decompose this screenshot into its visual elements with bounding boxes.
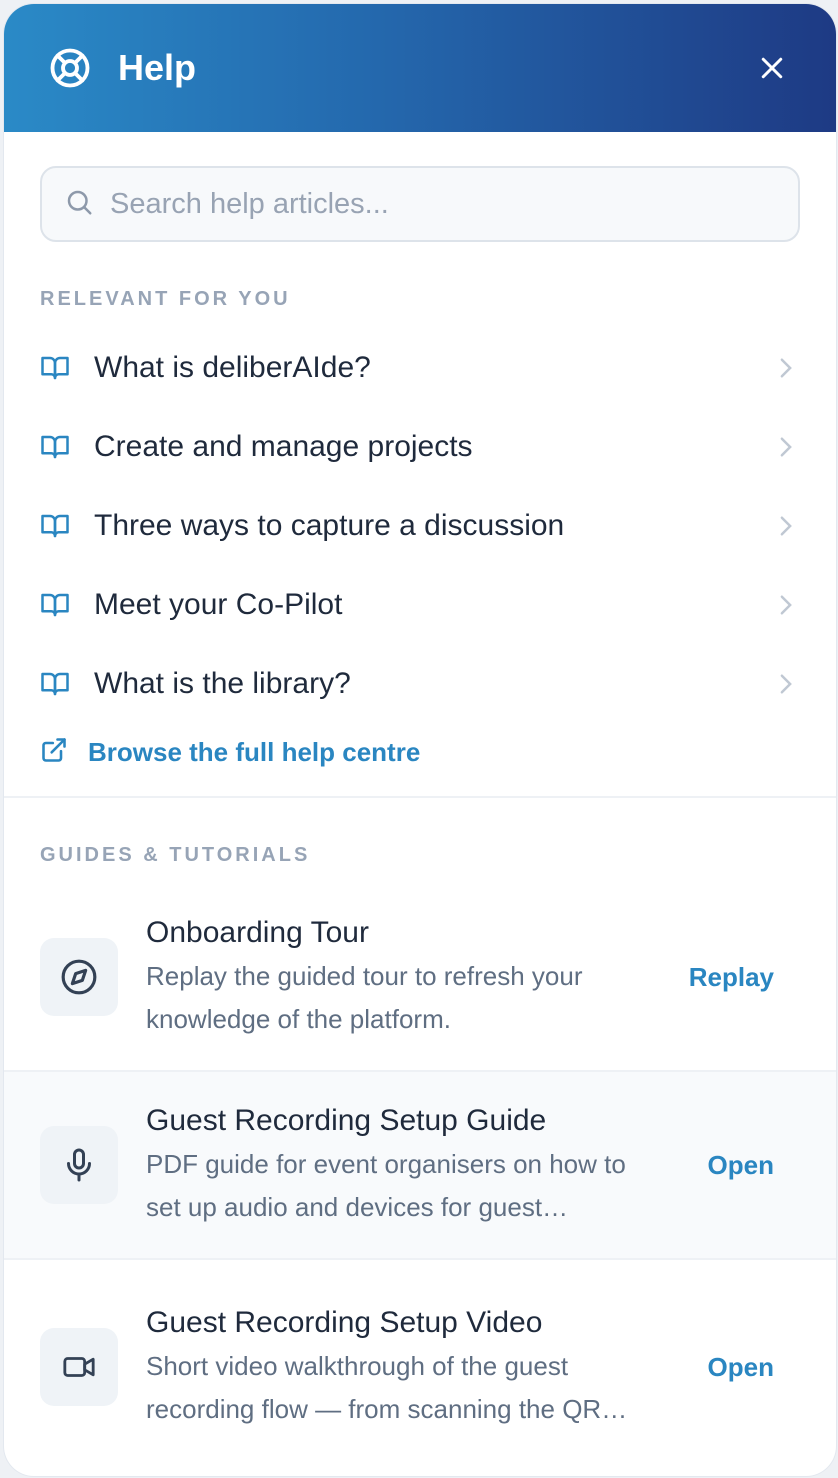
- close-button[interactable]: [752, 48, 792, 88]
- guide-item-setup-video: Guest Recording Setup Video Short video …: [4, 1260, 836, 1474]
- search-icon: [64, 187, 94, 222]
- article-item[interactable]: Meet your Co-Pilot: [4, 565, 836, 644]
- article-item[interactable]: What is the library?: [4, 644, 836, 723]
- video-camera-icon: [40, 1328, 118, 1406]
- guide-item-setup-guide: Guest Recording Setup Guide PDF guide fo…: [4, 1072, 836, 1260]
- open-video-button[interactable]: Open: [708, 1352, 774, 1383]
- section-divider: [4, 796, 836, 798]
- guides-list: Onboarding Tour Replay the guided tour t…: [4, 884, 836, 1474]
- book-icon: [40, 669, 70, 699]
- article-label: What is the library?: [94, 666, 351, 700]
- book-icon: [40, 511, 70, 541]
- browse-help-centre-link[interactable]: Browse the full help centre: [40, 732, 420, 772]
- lifebuoy-icon: [48, 46, 92, 90]
- relevant-article-list: What is deliberAIde? Create and manage p…: [4, 328, 836, 723]
- guide-text: Guest Recording Setup Video Short video …: [146, 1303, 688, 1431]
- article-item[interactable]: Three ways to capture a discussion: [4, 486, 836, 565]
- chevron-right-icon: [776, 435, 796, 459]
- article-label: Three ways to capture a discussion: [94, 508, 565, 542]
- open-guide-button[interactable]: Open: [708, 1150, 774, 1181]
- search-input[interactable]: [110, 168, 798, 240]
- search-box: [40, 166, 800, 242]
- article-item[interactable]: What is deliberAIde?: [4, 328, 836, 407]
- guide-item-onboarding-tour: Onboarding Tour Replay the guided tour t…: [4, 884, 836, 1072]
- section-label-relevant: RELEVANT FOR YOU: [40, 288, 291, 310]
- guide-title: Guest Recording Setup Video: [146, 1306, 543, 1339]
- guide-text: Guest Recording Setup Guide PDF guide fo…: [146, 1101, 688, 1229]
- guide-title: Onboarding Tour: [146, 916, 369, 949]
- article-label: What is deliberAIde?: [94, 350, 371, 384]
- book-icon: [40, 353, 70, 383]
- guide-description: PDF guide for event organisers on how to…: [146, 1149, 626, 1222]
- replay-button[interactable]: Replay: [689, 962, 774, 993]
- article-label: Meet your Co-Pilot: [94, 587, 343, 621]
- guide-title: Guest Recording Setup Guide: [146, 1104, 547, 1137]
- panel-title: Help: [118, 47, 197, 88]
- chevron-right-icon: [776, 514, 796, 538]
- book-icon: [40, 432, 70, 462]
- guide-description: Replay the guided tour to refresh your k…: [146, 961, 583, 1034]
- close-icon: [761, 57, 783, 79]
- book-icon: [40, 590, 70, 620]
- help-header: Help: [4, 4, 836, 132]
- section-label-guides: GUIDES & TUTORIALS: [40, 844, 311, 866]
- help-panel: Help RELEVANT FOR YOU What is deliberAId…: [4, 4, 836, 1476]
- compass-icon: [40, 938, 118, 1016]
- external-link-icon: [40, 736, 68, 769]
- guide-description: Short video walkthrough of the guest rec…: [146, 1351, 602, 1424]
- article-item[interactable]: Create and manage projects: [4, 407, 836, 486]
- chevron-right-icon: [776, 593, 796, 617]
- browse-label: Browse the full help centre: [88, 736, 421, 767]
- article-label: Create and manage projects: [94, 429, 473, 463]
- guide-text: Onboarding Tour Replay the guided tour t…: [146, 913, 669, 1041]
- microphone-icon: [40, 1126, 118, 1204]
- chevron-right-icon: [776, 356, 796, 380]
- chevron-right-icon: [776, 672, 796, 696]
